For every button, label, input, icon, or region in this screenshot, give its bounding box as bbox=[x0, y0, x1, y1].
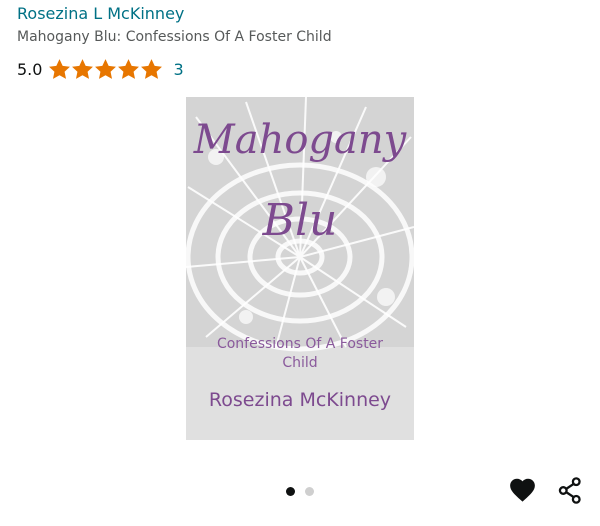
carousel-dot-1[interactable] bbox=[286, 487, 295, 496]
star-icon bbox=[49, 58, 71, 79]
heart-icon[interactable] bbox=[509, 477, 536, 503]
star-icon bbox=[118, 58, 140, 79]
star-icon bbox=[72, 58, 94, 79]
rating-count-link[interactable]: 3 bbox=[173, 60, 183, 79]
star-icon bbox=[95, 58, 117, 79]
share-icon[interactable] bbox=[557, 477, 583, 504]
rating-row: 5.0 3 bbox=[17, 56, 184, 82]
cover-title-line1: Mahogany bbox=[193, 117, 407, 163]
star-rating[interactable] bbox=[48, 58, 163, 81]
carousel-pager bbox=[286, 487, 324, 496]
carousel-dot-2[interactable] bbox=[305, 487, 314, 496]
book-title: Mahogany Blu: Confessions Of A Foster Ch… bbox=[17, 29, 332, 45]
cover-subtitle: Confessions Of A Foster Child bbox=[216, 336, 384, 371]
cover-title-line2: Blu bbox=[262, 195, 338, 246]
book-cover-image[interactable]: Mahogany Blu Confessions Of A Foster Chi… bbox=[186, 97, 414, 440]
author-link[interactable]: Rosezina L McKinney bbox=[17, 4, 184, 23]
rating-value: 5.0 bbox=[17, 59, 43, 79]
cover-author: Rosezina McKinney bbox=[208, 389, 392, 411]
star-icon bbox=[141, 58, 163, 79]
